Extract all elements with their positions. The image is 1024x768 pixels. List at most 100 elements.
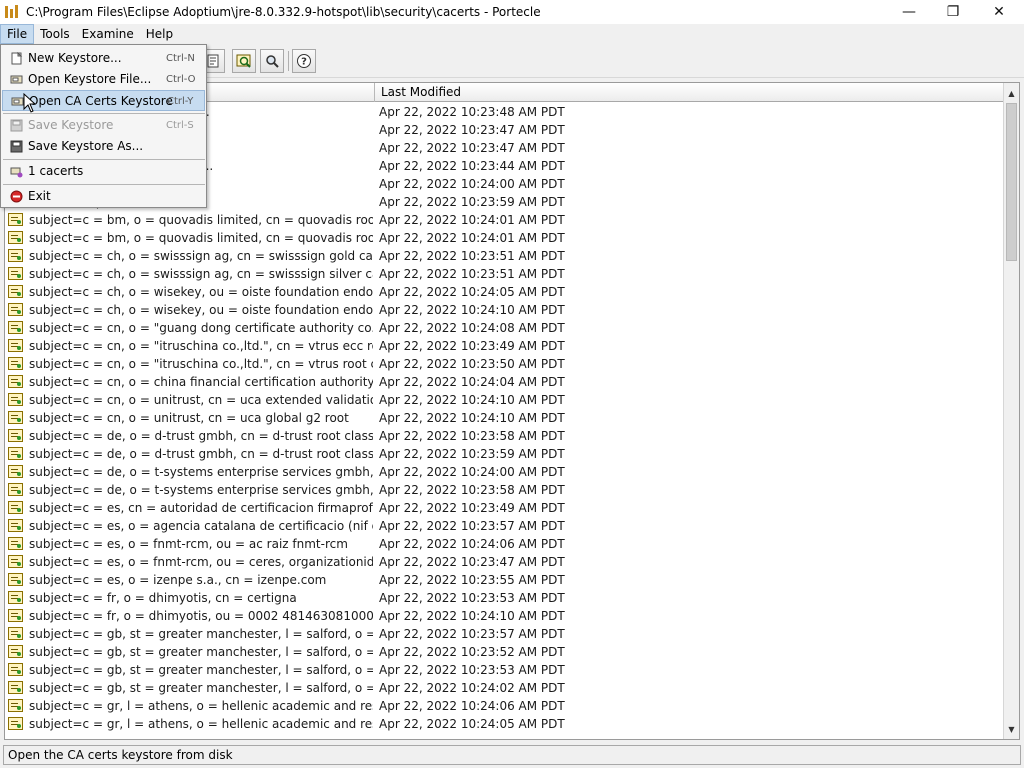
table-row[interactable]: subject=c = ch, o = swisssign ag, cn = s… bbox=[5, 265, 1005, 283]
table-row[interactable]: subject=c = es, o = fnmt-rcm, ou = ceres… bbox=[5, 553, 1005, 571]
entry-last-modified: Apr 22, 2022 10:23:57 AM PDT bbox=[379, 627, 565, 641]
trusted-certificate-icon bbox=[8, 321, 23, 334]
menu-item-new-keystore[interactable]: New Keystore... Ctrl-N bbox=[2, 48, 205, 69]
entry-alias: subject=c = cn, o = unitrust, cn = uca e… bbox=[29, 393, 373, 407]
table-row[interactable]: subject=c = de, o = d-trust gmbh, cn = d… bbox=[5, 445, 1005, 463]
entry-last-modified: Apr 22, 2022 10:23:57 AM PDT bbox=[379, 519, 565, 533]
table-row[interactable]: subject=c = de, o = d-trust gmbh, cn = d… bbox=[5, 427, 1005, 445]
table-row[interactable]: subject=c = de, o = t-systems enterprise… bbox=[5, 463, 1005, 481]
menu-examine[interactable]: Examine bbox=[76, 24, 140, 44]
table-row[interactable]: subject=c = gr, l = athens, o = hellenic… bbox=[5, 715, 1005, 733]
table-row[interactable]: subject=c = es, cn = autoridad de certif… bbox=[5, 499, 1005, 517]
trusted-certificate-icon bbox=[8, 717, 23, 730]
table-row[interactable]: subject=c = cn, o = unitrust, cn = uca e… bbox=[5, 391, 1005, 409]
table-row[interactable]: subject=c = gb, st = greater manchester,… bbox=[5, 643, 1005, 661]
entry-alias: subject=c = de, o = t-systems enterprise… bbox=[29, 465, 373, 479]
trusted-certificate-icon bbox=[8, 699, 23, 712]
close-button[interactable]: ✕ bbox=[976, 0, 1022, 24]
trusted-certificate-icon bbox=[8, 411, 23, 424]
table-row[interactable]: subject=c = ch, o = wisekey, ou = oiste … bbox=[5, 301, 1005, 319]
table-row[interactable]: subject=c = es, o = izenpe s.a., cn = iz… bbox=[5, 571, 1005, 589]
entry-last-modified: Apr 22, 2022 10:24:05 AM PDT bbox=[379, 285, 565, 299]
scroll-down-icon[interactable]: ▼ bbox=[1004, 721, 1019, 737]
menu-separator bbox=[3, 184, 205, 185]
table-row[interactable]: subject=c = gb, st = greater manchester,… bbox=[5, 679, 1005, 697]
trusted-certificate-icon bbox=[8, 231, 23, 244]
toolbar-examine-certificate-button[interactable] bbox=[232, 49, 256, 73]
trusted-certificate-icon bbox=[8, 357, 23, 370]
trusted-certificate-icon bbox=[8, 555, 23, 568]
menu-item-open-keystore-file[interactable]: Open Keystore File... Ctrl-O bbox=[2, 69, 205, 90]
toolbar-examine-ssl-button[interactable] bbox=[260, 49, 284, 73]
scroll-up-icon[interactable]: ▲ bbox=[1004, 85, 1019, 101]
status-bar: Open the CA certs keystore from disk bbox=[3, 745, 1021, 765]
table-row[interactable]: subject=c = cn, o = "itruschina co.,ltd.… bbox=[5, 355, 1005, 373]
table-row[interactable]: subject=c = bm, o = quovadis limited, cn… bbox=[5, 229, 1005, 247]
table-row[interactable]: subject=c = de, o = t-systems enterprise… bbox=[5, 481, 1005, 499]
trusted-certificate-icon bbox=[8, 465, 23, 478]
trusted-certificate-icon bbox=[8, 285, 23, 298]
entry-last-modified: Apr 22, 2022 10:23:58 AM PDT bbox=[379, 483, 565, 497]
menu-item-save-keystore-as[interactable]: Save Keystore As... bbox=[2, 136, 205, 157]
table-row[interactable]: subject=c = gb, st = greater manchester,… bbox=[5, 625, 1005, 643]
minimize-button[interactable]: — bbox=[886, 0, 932, 24]
entry-alias: subject=c = bm, o = quovadis limited, cn… bbox=[29, 231, 373, 245]
entry-alias: subject=c = bm, o = quovadis limited, cn… bbox=[29, 213, 373, 227]
scrollbar-thumb[interactable] bbox=[1006, 103, 1017, 261]
examine-ssl-icon bbox=[266, 55, 279, 68]
column-header-last-modified[interactable]: Last Modified bbox=[375, 83, 1005, 102]
menu-item-recent-cacerts[interactable]: 1 cacerts bbox=[2, 161, 205, 182]
table-row[interactable]: subject=c = es, o = fnmt-rcm, ou = ac ra… bbox=[5, 535, 1005, 553]
entry-last-modified: Apr 22, 2022 10:24:02 AM PDT bbox=[379, 681, 565, 695]
entry-alias: subject=c = cn, o = "itruschina co.,ltd.… bbox=[29, 339, 373, 353]
entry-last-modified: Apr 22, 2022 10:24:10 AM PDT bbox=[379, 609, 565, 623]
entry-alias: subject=c = gb, st = greater manchester,… bbox=[29, 681, 373, 695]
menu-item-save-keystore[interactable]: Save Keystore Ctrl-S bbox=[2, 115, 205, 136]
new-keystore-icon bbox=[11, 52, 23, 65]
trusted-certificate-icon bbox=[8, 483, 23, 496]
table-row[interactable]: subject=c = cn, o = "guang dong certific… bbox=[5, 319, 1005, 337]
entry-last-modified: Apr 22, 2022 10:24:04 AM PDT bbox=[379, 375, 565, 389]
menu-item-label: Save Keystore As... bbox=[28, 139, 144, 153]
entry-last-modified: Apr 22, 2022 10:23:53 AM PDT bbox=[379, 591, 565, 605]
vertical-scrollbar[interactable]: ▲ ▼ bbox=[1003, 83, 1019, 739]
entry-alias: subject=c = gr, l = athens, o = hellenic… bbox=[29, 699, 373, 713]
table-row[interactable]: subject=c = cn, o = china financial cert… bbox=[5, 373, 1005, 391]
entry-alias: subject=c = gr, l = athens, o = hellenic… bbox=[29, 717, 373, 731]
entry-last-modified: Apr 22, 2022 10:24:06 AM PDT bbox=[379, 537, 565, 551]
table-row[interactable]: subject=c = gb, st = greater manchester,… bbox=[5, 661, 1005, 679]
entry-alias: subject=c = ch, o = swisssign ag, cn = s… bbox=[29, 267, 373, 281]
entry-last-modified: Apr 22, 2022 10:23:52 AM PDT bbox=[379, 645, 565, 659]
table-row[interactable]: subject=c = bm, o = quovadis limited, cn… bbox=[5, 211, 1005, 229]
table-row[interactable]: subject=c = es, o = agencia catalana de … bbox=[5, 517, 1005, 535]
menu-separator bbox=[3, 113, 205, 114]
trusted-certificate-icon bbox=[8, 447, 23, 460]
table-row[interactable]: subject=c = ch, o = swisssign ag, cn = s… bbox=[5, 247, 1005, 265]
entry-last-modified: Apr 22, 2022 10:23:59 AM PDT bbox=[379, 447, 565, 461]
toolbar-help-button[interactable]: ? bbox=[292, 49, 316, 73]
table-row[interactable]: subject=c = fr, o = dhimyotis, ou = 0002… bbox=[5, 607, 1005, 625]
table-row[interactable]: subject=c = cn, o = unitrust, cn = uca g… bbox=[5, 409, 1005, 427]
trusted-certificate-icon bbox=[8, 591, 23, 604]
maximize-button[interactable]: ❐ bbox=[930, 0, 976, 24]
menu-file[interactable]: File bbox=[0, 24, 35, 44]
trusted-certificate-icon bbox=[8, 663, 23, 676]
menu-item-label: Open Keystore File... bbox=[28, 72, 152, 86]
exit-icon bbox=[10, 190, 23, 203]
menu-item-shortcut: Ctrl-S bbox=[166, 120, 194, 131]
menu-tools[interactable]: Tools bbox=[34, 24, 76, 44]
menu-item-label: Open CA Certs Keystore bbox=[29, 94, 173, 108]
menu-item-shortcut: Ctrl-O bbox=[166, 74, 196, 85]
menu-help[interactable]: Help bbox=[140, 24, 179, 44]
entry-alias: subject=c = cn, o = china financial cert… bbox=[29, 375, 373, 389]
menu-item-exit[interactable]: Exit bbox=[2, 186, 205, 207]
trusted-certificate-icon bbox=[8, 681, 23, 694]
mouse-pointer-icon bbox=[23, 93, 37, 113]
table-row[interactable]: subject=c = fr, o = dhimyotis, cn = cert… bbox=[5, 589, 1005, 607]
table-row[interactable]: subject=c = ch, o = wisekey, ou = oiste … bbox=[5, 283, 1005, 301]
table-row[interactable]: subject=c = cn, o = "itruschina co.,ltd.… bbox=[5, 337, 1005, 355]
entry-alias: subject=c = es, cn = autoridad de certif… bbox=[29, 501, 373, 515]
table-row[interactable]: subject=c = gr, l = athens, o = hellenic… bbox=[5, 697, 1005, 715]
entry-alias: subject=c = fr, o = dhimyotis, cn = cert… bbox=[29, 591, 297, 605]
entry-last-modified: Apr 22, 2022 10:23:48 AM PDT bbox=[379, 105, 565, 119]
